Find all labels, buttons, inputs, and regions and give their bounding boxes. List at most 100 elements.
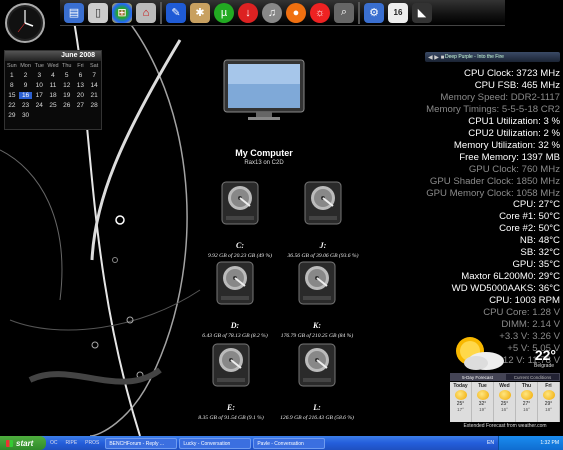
hard-drive-icon xyxy=(298,343,336,387)
search-icon[interactable]: ⌕ xyxy=(334,2,354,23)
drive-item[interactable]: C: 9.92 GB of 20.23 GB (49 %) xyxy=(195,180,285,259)
calendar-day[interactable]: 30 xyxy=(19,112,33,119)
taskbar-button[interactable]: Lucky - Conversation xyxy=(179,437,252,449)
folder-icon[interactable]: ▤ xyxy=(64,2,84,23)
calendar-day[interactable]: 15 xyxy=(5,92,19,99)
drive-item[interactable]: K: 176.79 GB of 210.25 GB (84 %) xyxy=(272,260,362,339)
language-indicator[interactable]: EN xyxy=(483,440,498,446)
dock-separator xyxy=(358,1,360,24)
sysmon-line: CPU Clock: 3723 MHz xyxy=(464,68,560,79)
media-icon[interactable]: ♫ xyxy=(262,2,282,23)
hard-drive-icon xyxy=(298,261,336,305)
brush-icon[interactable]: ✎ xyxy=(166,2,186,23)
calendar-day[interactable]: 16 xyxy=(18,92,33,99)
drive-letter: J: xyxy=(319,241,327,250)
taskbar-button[interactable]: Pavle - Conversation xyxy=(253,437,326,449)
drive-item[interactable]: L: 126.9 GB of 216.43 GB (58.6 %) xyxy=(272,342,362,421)
sysmon-line: CPU1 Utilization: 3 % xyxy=(468,115,560,127)
calendar-day[interactable]: 28 xyxy=(87,102,101,109)
utorrent-icon[interactable]: µ xyxy=(214,2,234,23)
calendar-day[interactable]: 6 xyxy=(74,72,88,79)
calendar-day[interactable]: 5 xyxy=(60,72,74,79)
hard-drive-icon xyxy=(221,181,259,225)
calendar-icon[interactable]: 16 xyxy=(388,2,408,23)
calendar-gadget[interactable]: June 2008 Sun Mon Tue Wed Thu Fri Sat 1 2 3 4 5 6 7 8 9… xyxy=(4,50,102,130)
network-icon[interactable]: ⌂ xyxy=(136,2,156,23)
weather-icon xyxy=(520,390,533,400)
calendar-dow: Sat xyxy=(90,63,99,69)
drive-letter: D: xyxy=(230,321,240,330)
drive-item[interactable]: J: 36.56 GB of 39.06 GB (93.6 %) xyxy=(278,180,368,259)
tab-5-day-forecast[interactable]: 5-Day Forecast xyxy=(450,373,505,381)
calendar-day[interactable]: 21 xyxy=(87,92,101,99)
weather-gadget[interactable]: 22° Belgrade 5-Day Forecast Current Cond… xyxy=(448,333,560,433)
system-tray: 1:32 PM xyxy=(498,436,563,450)
calendar-day[interactable]: 27 xyxy=(74,102,88,109)
tray-clock[interactable]: 1:32 PM xyxy=(540,440,559,446)
monitor-icon xyxy=(223,59,305,120)
taskbar-button[interactable]: BENCHForum - Reply ... xyxy=(105,437,178,449)
calendar-day[interactable]: 12 xyxy=(60,82,74,89)
quicklaunch-item[interactable]: RIPE xyxy=(62,440,82,446)
quicklaunch-item[interactable]: OC xyxy=(46,440,62,446)
settings-icon[interactable]: ⚙ xyxy=(364,2,384,23)
calendar-day[interactable]: 14 xyxy=(87,82,101,89)
calendar-day[interactable]: 26 xyxy=(60,102,74,109)
calendar-day[interactable]: 9 xyxy=(19,82,33,89)
drive-item[interactable]: D: 6.43 GB of 78.13 GB (8.2 %) xyxy=(190,260,280,339)
sysmon-line: CPU Core: 1.28 V xyxy=(483,307,560,319)
my-computer-widget[interactable]: My Computer Rax13 on C2D xyxy=(218,58,310,166)
calendar-day[interactable]: 23 xyxy=(19,102,33,109)
sysmon-line: NB: 48°C xyxy=(519,235,560,247)
download-icon[interactable]: ↓ xyxy=(238,2,258,23)
media-player-bar[interactable]: ◀ ▶ ■ Deep Purple - Into the Fire xyxy=(425,52,560,62)
calendar-day[interactable]: 17 xyxy=(32,92,46,99)
calendar-day xyxy=(32,112,46,119)
sysmon-line: CPU: 27°C xyxy=(512,199,560,211)
calendar-day[interactable]: 2 xyxy=(19,72,33,79)
media-controls-icon[interactable]: ◀ ▶ ■ xyxy=(428,53,444,62)
calendar-day[interactable]: 19 xyxy=(60,92,74,99)
system-monitor: CPU Clock: 3723 MHz CPU FSB: 465 MHz Memor… xyxy=(426,68,560,367)
windows-icon[interactable]: ⊞ xyxy=(112,2,132,23)
calendar-day[interactable]: 11 xyxy=(46,82,60,89)
my-computer-title: My Computer xyxy=(235,148,293,158)
calendar-day[interactable]: 7 xyxy=(87,72,101,79)
forecast-low: 19° xyxy=(479,407,486,412)
forecast-day: Tue 32° 19° xyxy=(472,382,494,422)
calendar-day[interactable]: 8 xyxy=(5,82,19,89)
calendar-day[interactable]: 1 xyxy=(5,72,19,79)
calendar-day[interactable]: 29 xyxy=(5,112,19,119)
fire-icon[interactable]: ☼ xyxy=(310,2,330,23)
calendar-day[interactable]: 13 xyxy=(74,82,88,89)
top-dock: ▤ ▯ ⊞ ⌂ ✎ ✱ µ ↓ ♫ ● ☼ ⌕ ⚙ 16 ◣ xyxy=(60,0,505,26)
calendar-day[interactable]: 25 xyxy=(46,102,60,109)
forecast-day: Thu 27° 16° xyxy=(516,382,538,422)
documents-icon[interactable]: ▯ xyxy=(88,2,108,23)
sysmon-line: CPU: 1003 RPM xyxy=(489,295,560,307)
start-button[interactable]: start xyxy=(0,436,46,450)
analog-clock xyxy=(5,3,45,43)
calendar-day xyxy=(60,112,74,119)
tab-current-conditions[interactable]: Current Conditions xyxy=(505,373,560,381)
calendar-day[interactable]: 4 xyxy=(46,72,60,79)
calendar-day[interactable]: 3 xyxy=(32,72,46,79)
arrow-icon[interactable]: ◣ xyxy=(412,2,432,23)
dock-separator xyxy=(160,1,162,24)
orange-orb-icon[interactable]: ● xyxy=(286,2,306,23)
calendar-day[interactable]: 10 xyxy=(32,82,46,89)
drive-usage: 126.9 GB of 216.43 GB (58.6 %) xyxy=(280,415,354,421)
calendar-day[interactable]: 24 xyxy=(32,102,46,109)
cat-icon[interactable]: ✱ xyxy=(190,2,210,23)
hard-drive-icon xyxy=(304,181,342,225)
quicklaunch-item[interactable]: PROS xyxy=(81,440,103,446)
sysmon-line: Memory Timings: 5-5-5-18 CR2 xyxy=(426,103,560,115)
drive-item[interactable]: E: 8.35 GB of 91.54 GB (9.1 %) xyxy=(186,342,276,421)
weather-footer[interactable]: Extended Forecast from weather.com xyxy=(450,423,560,429)
calendar-day[interactable]: 22 xyxy=(5,102,19,109)
forecast-day-name: Wed xyxy=(499,383,510,389)
sysmon-line: SB: 32°C xyxy=(520,247,560,259)
sysmon-line: WD WD5000AAKS: 36°C xyxy=(451,283,560,295)
calendar-day[interactable]: 20 xyxy=(74,92,88,99)
calendar-day[interactable]: 18 xyxy=(46,92,60,99)
